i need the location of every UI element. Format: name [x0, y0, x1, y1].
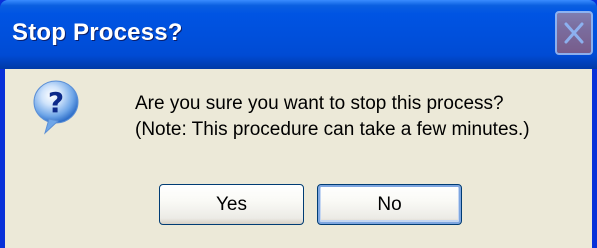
message-text: Are you sure you want to stop this proce…	[135, 91, 530, 143]
message-line-2: (Note: This procedure can take a few min…	[135, 119, 530, 140]
question-icon: ?	[33, 80, 79, 135]
message-line-1: Are you sure you want to stop this proce…	[135, 93, 504, 114]
yes-button[interactable]: Yes	[159, 184, 304, 225]
dialog-title: Stop Process?	[12, 19, 183, 46]
svg-text:?: ?	[48, 86, 64, 119]
no-button[interactable]: No	[317, 184, 462, 225]
dialog-body: ? Are you sure you want to stop this pro…	[5, 69, 592, 248]
title-bar[interactable]: Stop Process?	[0, 0, 597, 69]
close-button[interactable]	[555, 11, 593, 55]
stop-process-dialog: Stop Process? ? Are you sure you want to…	[0, 0, 597, 248]
close-icon	[564, 22, 584, 44]
